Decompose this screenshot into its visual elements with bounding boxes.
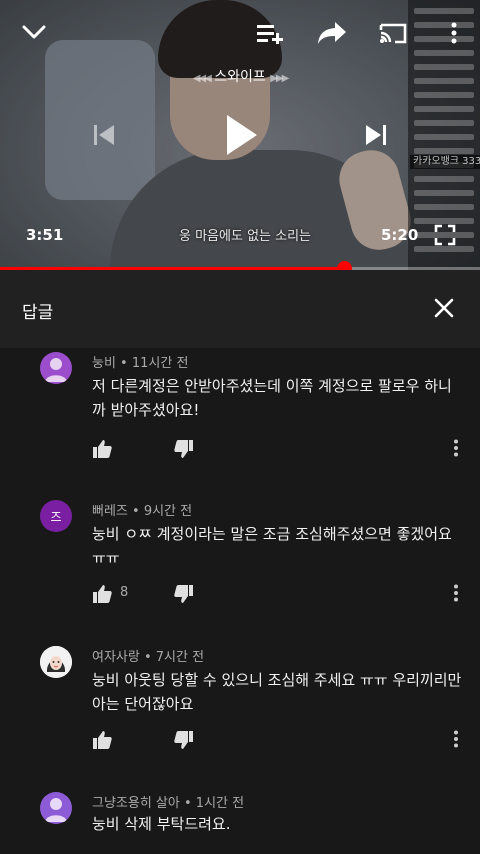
reply-time: 7시간 전 xyxy=(155,650,205,665)
avatar[interactable] xyxy=(40,352,72,384)
reply-text: 눙비 삭제 부탁드려요. xyxy=(92,815,231,833)
reply-actions xyxy=(92,730,472,750)
reply-author[interactable]: 눙비 xyxy=(92,356,116,371)
dislike-icon[interactable] xyxy=(174,439,194,463)
video-player[interactable]: 카카오뱅크 333 ◀◀◀ 스와이프 ▶▶▶ 3:51 웅 마음에도 없는 소리… xyxy=(0,0,480,270)
cast-icon[interactable] xyxy=(376,18,410,48)
panel-title: 답글 xyxy=(22,303,54,323)
reply-meta: 눙비 • 11시간 전 xyxy=(92,356,189,371)
reply-actions xyxy=(92,439,472,459)
like-icon[interactable] xyxy=(92,730,112,754)
swipe-left-arrows-icon: ◀◀◀ xyxy=(192,73,212,84)
swipe-label: 스와이프 xyxy=(214,69,266,85)
reply-meta: 그냥조용히 살아 • 1시간 전 xyxy=(92,796,245,811)
reply-author[interactable]: 여자사랑 xyxy=(92,650,140,665)
minimize-chevron-down-icon[interactable] xyxy=(18,18,50,46)
more-options-icon[interactable] xyxy=(444,18,464,48)
like-icon[interactable] xyxy=(92,439,112,463)
dislike-icon[interactable] xyxy=(174,730,194,754)
replies-panel-header xyxy=(0,270,480,348)
reply-text: 눙비 ㅇㅉ 계정이라는 말은 조금 조심해주셨으면 좋겠어요 ㅠㅠ xyxy=(92,525,452,567)
share-icon[interactable] xyxy=(314,18,350,48)
reply-author[interactable]: 그냥조용히 살아 xyxy=(92,796,180,811)
avatar[interactable] xyxy=(40,646,72,678)
like-count: 8 xyxy=(120,585,129,600)
video-caption: 웅 마음에도 없는 소리는 xyxy=(179,229,311,244)
replies-list[interactable]: 눙비 • 11시간 전 저 다른계정은 안받아주셨는데 이쪽 계정으로 팔로우 … xyxy=(0,348,480,854)
duration: 5:20 xyxy=(381,226,419,244)
fullscreen-icon[interactable] xyxy=(432,222,458,248)
reply-author[interactable]: 뻐레즈 xyxy=(92,504,128,519)
reply-text: 저 다른계정은 안받아주셨는데 이쪽 계정으로 팔로우 하니까 받아주셨아요! xyxy=(92,377,452,419)
previous-video-icon[interactable] xyxy=(88,118,120,152)
swipe-right-arrows-icon: ▶▶▶ xyxy=(270,73,289,84)
dislike-icon[interactable] xyxy=(174,584,194,608)
reply-time: 9시간 전 xyxy=(143,504,193,519)
next-video-icon[interactable] xyxy=(360,118,392,152)
current-time: 3:51 xyxy=(26,226,64,244)
add-to-playlist-icon[interactable] xyxy=(254,18,286,48)
reply-meta: 뻐레즈 • 9시간 전 xyxy=(92,504,193,519)
close-icon[interactable] xyxy=(430,294,458,322)
play-icon[interactable] xyxy=(218,110,264,160)
swipe-hint: ◀◀◀ 스와이프 ▶▶▶ xyxy=(170,66,310,86)
avatar[interactable]: 즈 xyxy=(40,500,72,532)
reply-time: 1시간 전 xyxy=(195,796,245,811)
like-icon[interactable] xyxy=(92,584,112,608)
reply-text: 눙비 아웃팅 당할 수 있으니 조심해 주세요 ㅠㅠ 우리끼리만 아는 단어잖아… xyxy=(92,671,462,713)
reply-time: 11시간 전 xyxy=(131,356,189,371)
avatar[interactable] xyxy=(40,792,72,824)
reply-more-options-icon[interactable] xyxy=(453,584,459,606)
reply-meta: 여자사랑 • 7시간 전 xyxy=(92,650,205,665)
reply-actions: 8 xyxy=(92,584,472,604)
reply-more-options-icon[interactable] xyxy=(453,439,459,461)
reply-more-options-icon[interactable] xyxy=(453,730,459,752)
